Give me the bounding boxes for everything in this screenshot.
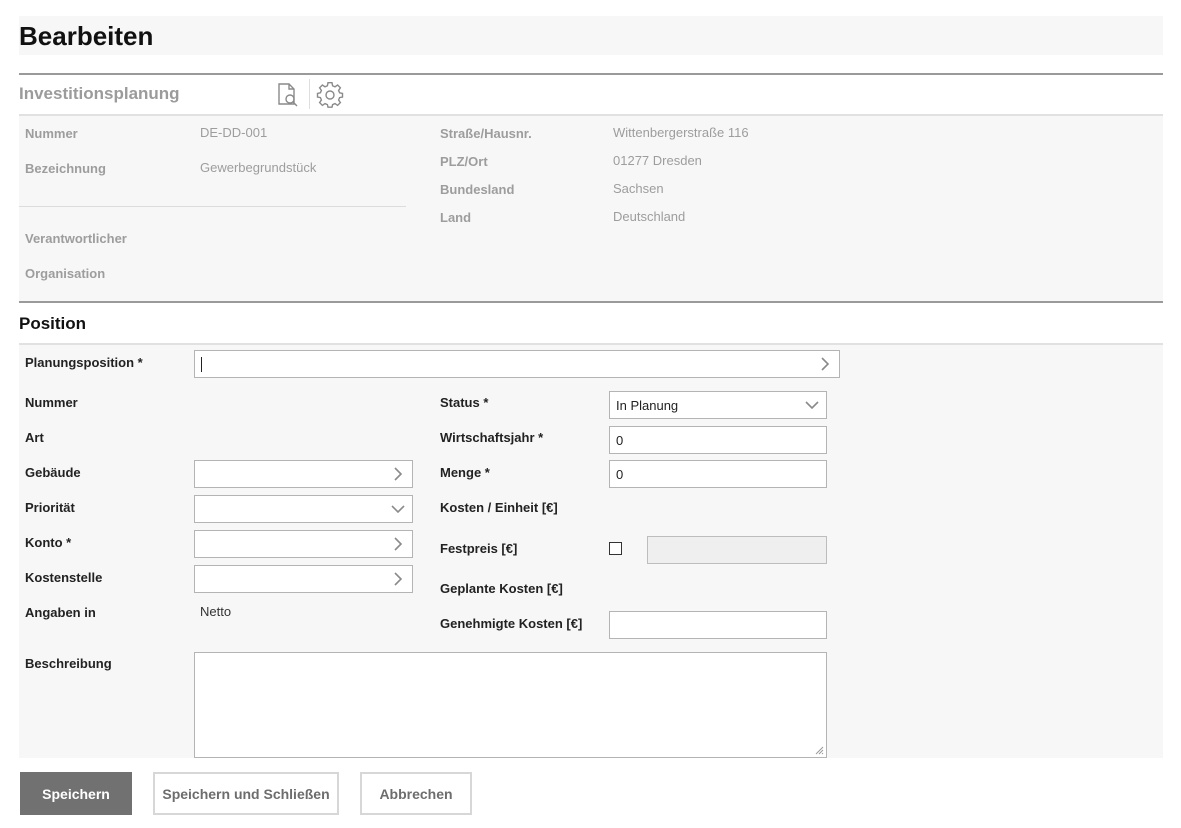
- status-label: Status *: [440, 395, 489, 410]
- festpreis-checkbox[interactable]: [609, 542, 622, 555]
- divider: [19, 206, 406, 207]
- save-and-close-button[interactable]: Speichern und Schließen: [153, 772, 339, 815]
- genehmigte-kosten-input[interactable]: [609, 611, 827, 639]
- kostenstelle-label: Kostenstelle: [25, 570, 103, 585]
- gebaeude-input[interactable]: [194, 460, 413, 488]
- kostenstelle-input[interactable]: [194, 565, 413, 593]
- text-cursor: [201, 356, 202, 372]
- summary-title: Investitionsplanung: [19, 84, 180, 103]
- page-title: Bearbeiten: [19, 21, 154, 51]
- geplante-kosten-label: Geplante Kosten [€]: [440, 581, 563, 596]
- summary-value: DE-DD-001: [200, 125, 268, 140]
- summary-label: Verantwortlicher: [25, 231, 127, 246]
- divider: [19, 301, 1163, 303]
- summary-label: Bundesland: [440, 182, 515, 197]
- beschreibung-label: Beschreibung: [25, 656, 112, 671]
- kosten-einheit-label: Kosten / Einheit [€]: [440, 500, 558, 515]
- angaben-in-value: Netto: [200, 604, 232, 619]
- angaben-in-label: Angaben in: [25, 605, 96, 620]
- summary-label: PLZ/Ort: [440, 154, 488, 169]
- art-label: Art: [25, 430, 44, 445]
- icon-separator: [309, 79, 310, 109]
- gear-icon[interactable]: [316, 81, 344, 109]
- resize-grip-icon[interactable]: [815, 746, 824, 755]
- chevron-down-icon[interactable]: [390, 501, 406, 517]
- summary-panel: [19, 116, 1163, 302]
- summary-label: Land: [440, 210, 472, 225]
- konto-label: Konto *: [25, 535, 72, 550]
- wirtschaftsjahr-label: Wirtschaftsjahr *: [440, 430, 544, 445]
- chevron-right-icon[interactable]: [390, 571, 406, 587]
- menge-label: Menge *: [440, 465, 490, 480]
- section-title-position: Position: [19, 314, 87, 333]
- chevron-right-icon[interactable]: [390, 466, 406, 482]
- menge-input[interactable]: 0: [609, 460, 827, 488]
- divider: [19, 73, 1163, 75]
- summary-value: Deutschland: [613, 209, 686, 224]
- save-button[interactable]: Speichern: [20, 772, 132, 815]
- chevron-right-icon[interactable]: [390, 536, 406, 552]
- cancel-button[interactable]: Abbrechen: [360, 772, 472, 815]
- planungsposition-input[interactable]: [194, 350, 840, 378]
- chevron-right-icon[interactable]: [817, 356, 833, 372]
- prioritaet-label: Priorität: [25, 500, 75, 515]
- gebaeude-label: Gebäude: [25, 465, 81, 480]
- prioritaet-select[interactable]: [194, 495, 413, 523]
- document-search-icon[interactable]: [274, 81, 302, 109]
- title-bar: [19, 16, 1163, 55]
- nummer-label: Nummer: [25, 395, 78, 410]
- status-select[interactable]: In Planung: [609, 391, 827, 419]
- planungsposition-label: Planungsposition *: [25, 355, 143, 370]
- chevron-down-icon[interactable]: [804, 397, 820, 413]
- beschreibung-textarea[interactable]: [194, 652, 827, 758]
- summary-value: Sachsen: [613, 181, 664, 196]
- festpreis-label: Festpreis [€]: [440, 541, 518, 556]
- konto-input[interactable]: [194, 530, 413, 558]
- summary-label: Bezeichnung: [25, 161, 106, 176]
- summary-label: Nummer: [25, 126, 78, 141]
- wirtschaftsjahr-input[interactable]: 0: [609, 426, 827, 454]
- summary-value: Gewerbegrundstück: [200, 160, 317, 175]
- festpreis-input: [647, 536, 827, 564]
- summary-label: Organisation: [25, 266, 106, 281]
- summary-value: 01277 Dresden: [613, 153, 702, 168]
- genehmigte-kosten-label: Genehmigte Kosten [€]: [440, 616, 583, 631]
- summary-label: Straße/Hausnr.: [440, 126, 532, 141]
- summary-value: Wittenbergerstraße 116: [613, 125, 749, 140]
